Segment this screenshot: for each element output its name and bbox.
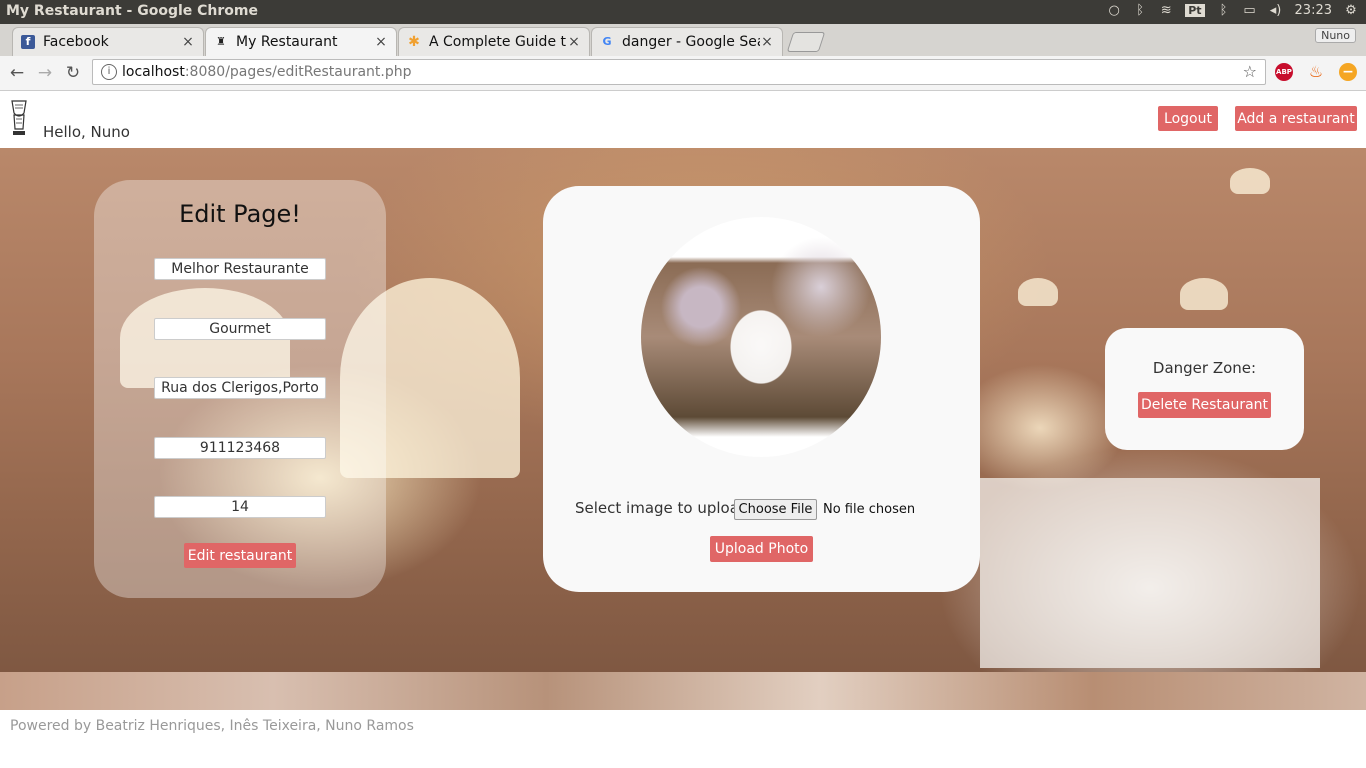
back-arrow-icon[interactable]: ← bbox=[6, 62, 28, 84]
edit-page-title: Edit Page! bbox=[179, 200, 301, 228]
choose-file-button[interactable]: Choose File bbox=[734, 499, 817, 520]
close-icon[interactable]: × bbox=[374, 34, 388, 50]
footer-credits: Powered by Beatriz Henriques, Inês Teixe… bbox=[10, 718, 414, 734]
google-icon: G bbox=[602, 35, 612, 48]
tab-title: A Complete Guide t bbox=[429, 34, 566, 50]
restaurant-phone-field[interactable] bbox=[154, 437, 326, 459]
upload-panel: Select image to upload: Choose File No f… bbox=[543, 186, 980, 592]
volume-icon[interactable]: ◂) bbox=[1269, 3, 1283, 18]
new-tab-button[interactable] bbox=[786, 32, 826, 52]
adblock-plus-icon[interactable]: ABP bbox=[1275, 63, 1293, 81]
danger-zone-panel: Danger Zone: Delete Restaurant bbox=[1105, 328, 1304, 450]
tab-title: danger - Google Sea bbox=[622, 34, 760, 50]
restaurant-name-field[interactable] bbox=[154, 258, 326, 280]
window-title: My Restaurant - Google Chrome bbox=[6, 3, 258, 19]
bulb-icon[interactable]: ○ bbox=[1107, 3, 1121, 18]
wifi-icon[interactable]: ≋ bbox=[1159, 3, 1173, 18]
lamp-decoration bbox=[1018, 278, 1058, 306]
upload-photo-button[interactable]: Upload Photo bbox=[710, 536, 813, 562]
profile-button[interactable]: Nuno bbox=[1315, 28, 1356, 43]
os-top-bar: My Restaurant - Google Chrome ○ ᛒ ≋ Pt ᛒ… bbox=[0, 0, 1366, 24]
tab-facebook[interactable]: f Facebook × bbox=[12, 27, 204, 56]
reload-icon[interactable]: ↻ bbox=[62, 62, 84, 84]
flame-extension-icon[interactable]: ♨ bbox=[1307, 63, 1325, 81]
asterisk-icon: ✱ bbox=[408, 34, 420, 50]
no-file-text: No file chosen bbox=[823, 502, 916, 517]
restaurant-category-field[interactable] bbox=[154, 318, 326, 340]
bluetooth-icon[interactable]: ᛒ bbox=[1133, 3, 1147, 18]
clock[interactable]: 23:23 bbox=[1295, 3, 1332, 18]
address-bar[interactable]: i localhost:8080/pages/editRestaurant.ph… bbox=[92, 59, 1266, 85]
lamp-decoration bbox=[1230, 168, 1270, 194]
lamp-decoration bbox=[1180, 278, 1228, 310]
edit-panel: Edit Page! Edit restaurant bbox=[94, 180, 386, 598]
upload-label: Select image to upload: bbox=[575, 499, 754, 517]
tab-title: Facebook bbox=[43, 34, 109, 50]
site-header: Hello, Nuno Logout Add a restaurant bbox=[0, 91, 1366, 148]
gear-icon[interactable]: ⚙ bbox=[1344, 3, 1358, 18]
forward-arrow-icon[interactable]: → bbox=[34, 62, 56, 84]
restaurant-logo-icon[interactable] bbox=[9, 99, 29, 137]
restaurant-price-field[interactable] bbox=[154, 496, 326, 518]
logout-button[interactable]: Logout bbox=[1158, 106, 1218, 131]
background-strip bbox=[0, 672, 1366, 710]
delete-restaurant-button[interactable]: Delete Restaurant bbox=[1138, 392, 1271, 418]
close-icon[interactable]: × bbox=[567, 34, 581, 50]
bookmark-star-icon[interactable]: ☆ bbox=[1243, 62, 1257, 81]
restaurant-logo-icon: ♜ bbox=[216, 35, 226, 48]
tab-google-search[interactable]: G danger - Google Sea × bbox=[591, 27, 783, 56]
restaurant-address-field[interactable] bbox=[154, 377, 326, 399]
facebook-icon: f bbox=[21, 35, 35, 49]
greeting-text: Hello, Nuno bbox=[43, 123, 130, 141]
close-icon[interactable]: × bbox=[760, 34, 774, 50]
tab-title: My Restaurant bbox=[236, 34, 338, 50]
minus-extension-icon[interactable]: − bbox=[1339, 63, 1357, 81]
browser-tab-strip: f Facebook × ♜ My Restaurant × ✱ A Compl… bbox=[0, 24, 1366, 56]
table-decoration bbox=[980, 478, 1320, 668]
danger-zone-title: Danger Zone: bbox=[1152, 359, 1257, 377]
bluetooth-icon[interactable]: ᛒ bbox=[1217, 3, 1231, 18]
tab-complete-guide[interactable]: ✱ A Complete Guide t × bbox=[398, 27, 590, 56]
battery-icon[interactable]: ▭ bbox=[1243, 3, 1257, 18]
close-icon[interactable]: × bbox=[181, 34, 195, 50]
tab-my-restaurant[interactable]: ♜ My Restaurant × bbox=[205, 27, 397, 56]
info-icon[interactable]: i bbox=[101, 64, 117, 80]
url-text[interactable]: localhost:8080/pages/editRestaurant.php bbox=[122, 64, 412, 80]
keyboard-layout-indicator[interactable]: Pt bbox=[1185, 4, 1205, 17]
restaurant-photo bbox=[641, 217, 881, 457]
browser-toolbar: ← → ↻ i localhost:8080/pages/editRestaur… bbox=[0, 56, 1366, 91]
add-restaurant-button[interactable]: Add a restaurant bbox=[1235, 106, 1357, 131]
edit-restaurant-button[interactable]: Edit restaurant bbox=[184, 543, 296, 568]
